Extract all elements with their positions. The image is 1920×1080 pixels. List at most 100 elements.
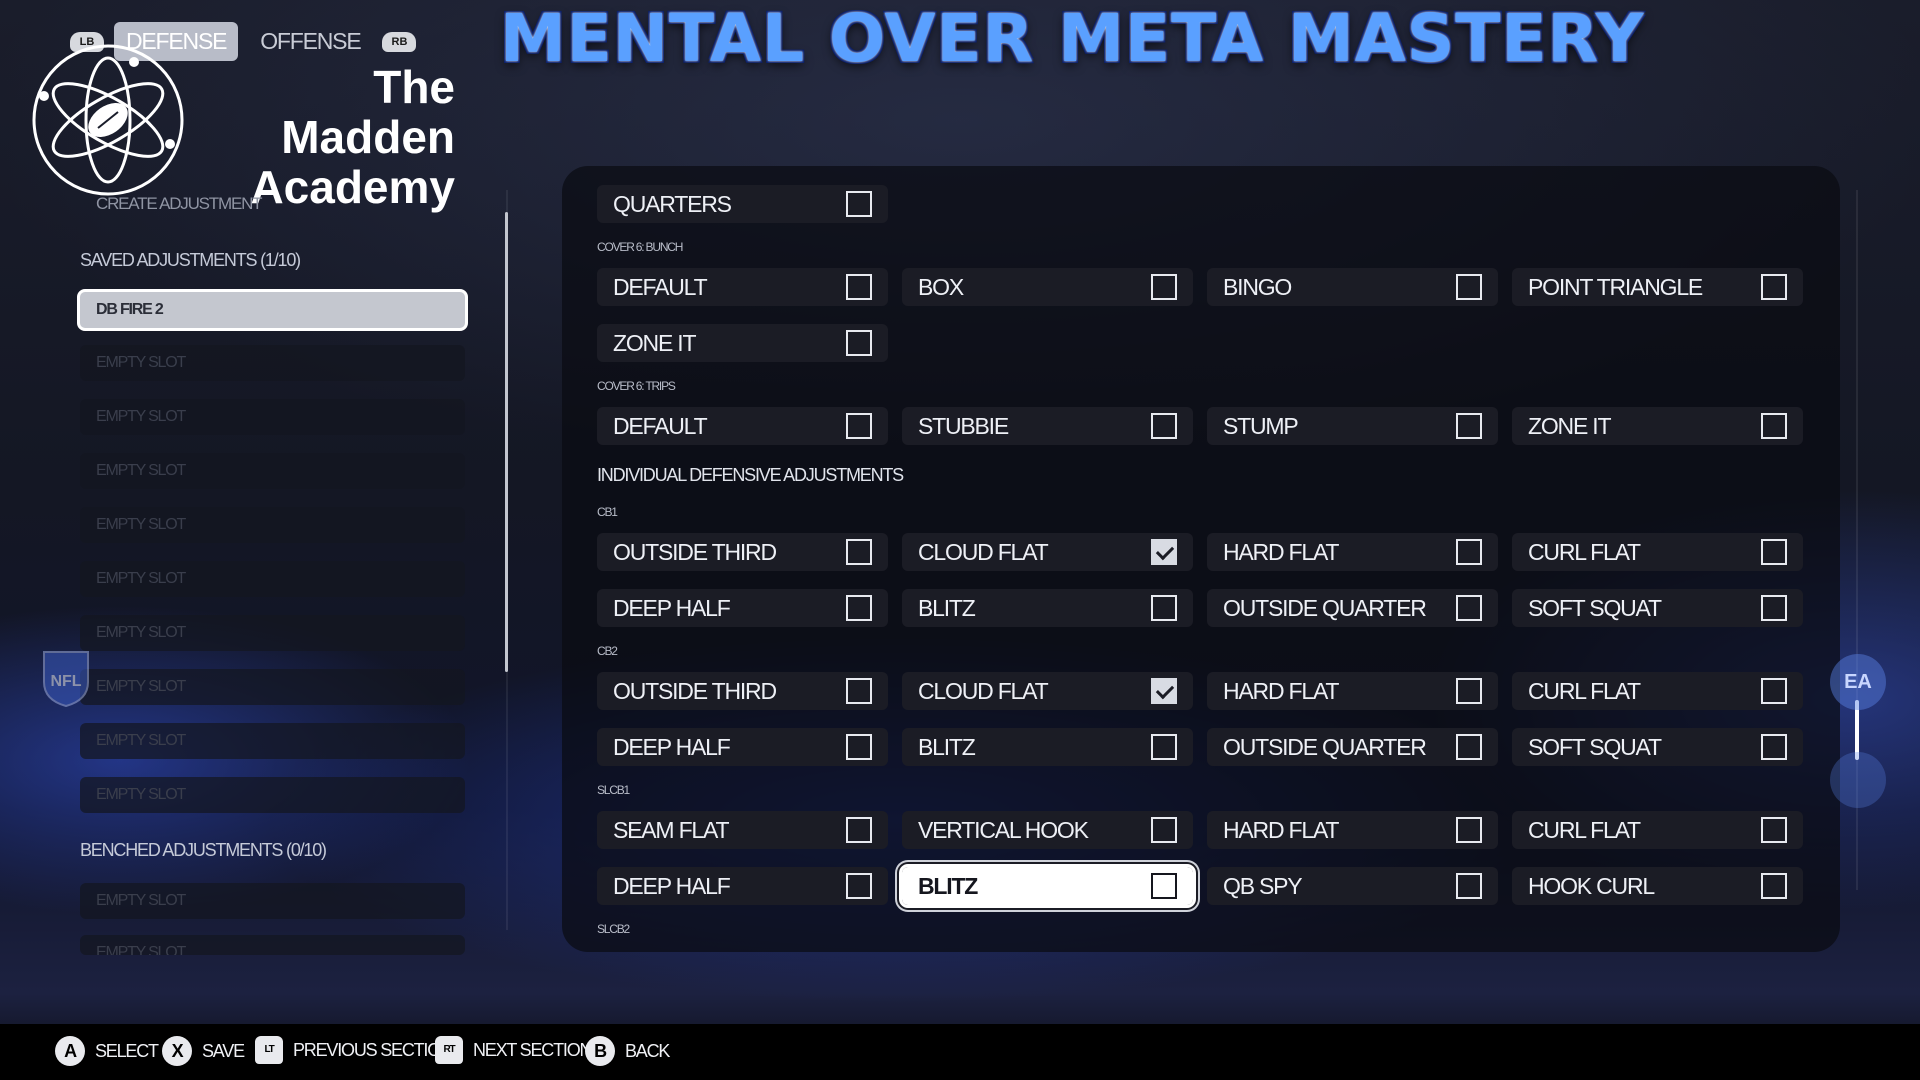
checkbox-icon[interactable] — [1761, 817, 1787, 843]
saved-slot-empty[interactable]: EMPTY SLOT — [80, 345, 465, 381]
option-slcb1-curl-flat[interactable]: CURL FLAT — [1512, 811, 1803, 849]
option-cover6-bunch-point-triangle[interactable]: POINT TRIANGLE — [1512, 268, 1803, 306]
checkbox-icon[interactable] — [1761, 274, 1787, 300]
option-cb1-deep-half[interactable]: DEEP HALF — [597, 589, 888, 627]
option-label: OUTSIDE THIRD — [613, 677, 777, 704]
saved-slot-empty[interactable]: EMPTY SLOT — [80, 723, 465, 759]
hint-select[interactable]: A SELECT — [55, 1036, 159, 1066]
checkbox-icon[interactable] — [1151, 274, 1177, 300]
checkbox-icon[interactable] — [1761, 413, 1787, 439]
option-cb1-blitz[interactable]: BLITZ — [902, 589, 1193, 627]
option-cb2-outside-third[interactable]: OUTSIDE THIRD — [597, 672, 888, 710]
option-cb2-hard-flat[interactable]: HARD FLAT — [1207, 672, 1498, 710]
checkbox-icon[interactable] — [1761, 595, 1787, 621]
option-cb2-deep-half[interactable]: DEEP HALF — [597, 728, 888, 766]
checkbox-icon[interactable] — [1456, 539, 1482, 565]
checkbox-icon[interactable] — [1456, 678, 1482, 704]
checkbox-icon[interactable] — [846, 734, 872, 760]
option-cover6-bunch-bingo[interactable]: BINGO — [1207, 268, 1498, 306]
tab-offense[interactable]: OFFENSE — [248, 22, 372, 61]
button-x-icon: X — [162, 1036, 192, 1066]
checkbox-icon[interactable] — [1456, 595, 1482, 621]
option-slcb1-qb-spy[interactable]: QB SPY — [1207, 867, 1498, 905]
option-label: BINGO — [1223, 273, 1292, 300]
option-cover6-bunch-box[interactable]: BOX — [902, 268, 1193, 306]
option-slcb1-vertical-hook[interactable]: VERTICAL HOOK — [902, 811, 1193, 849]
checkbox-icon[interactable] — [846, 873, 872, 899]
option-cb1-curl-flat[interactable]: CURL FLAT — [1512, 533, 1803, 571]
checkbox-icon[interactable] — [1151, 413, 1177, 439]
checkbox-icon[interactable] — [1456, 817, 1482, 843]
hint-next-section[interactable]: RT NEXT SECTION — [435, 1036, 592, 1064]
option-cb1-hard-flat[interactable]: HARD FLAT — [1207, 533, 1498, 571]
checkbox-icon[interactable] — [1456, 274, 1482, 300]
option-slcb1-deep-half[interactable]: DEEP HALF — [597, 867, 888, 905]
checkbox-icon[interactable] — [1151, 595, 1177, 621]
hint-back[interactable]: B BACK — [585, 1036, 670, 1066]
saved-slot-empty[interactable]: EMPTY SLOT — [80, 669, 465, 705]
option-slcb1-seam-flat[interactable]: SEAM FLAT — [597, 811, 888, 849]
checkbox-icon[interactable] — [846, 330, 872, 356]
create-adjustment-link[interactable]: CREATE ADJUSTMENT — [96, 194, 263, 214]
checkbox-icon[interactable] — [1456, 413, 1482, 439]
checkbox-icon[interactable] — [1761, 678, 1787, 704]
checkbox-icon[interactable] — [1761, 873, 1787, 899]
checkbox-icon[interactable] — [1456, 873, 1482, 899]
option-label: DEEP HALF — [613, 594, 731, 621]
saved-slot-empty[interactable]: EMPTY SLOT — [80, 507, 465, 543]
checkbox-checked-icon[interactable] — [1151, 539, 1177, 565]
option-cb1-outside-quarter[interactable]: OUTSIDE QUARTER — [1207, 589, 1498, 627]
saved-slot-selected[interactable]: DB FIRE 2 — [77, 289, 468, 331]
hint-label: SAVE — [202, 1040, 245, 1061]
checkbox-icon[interactable] — [846, 678, 872, 704]
benched-slot-empty[interactable]: EMPTY SLOT — [80, 883, 465, 919]
option-slcb1-blitz[interactable]: BLITZ — [899, 864, 1196, 908]
option-cb2-cloud-flat[interactable]: CLOUD FLAT — [902, 672, 1193, 710]
option-cb1-cloud-flat[interactable]: CLOUD FLAT — [902, 533, 1193, 571]
benched-slot-empty[interactable]: EMPTY SLOT — [80, 935, 465, 955]
option-label: HARD FLAT — [1223, 677, 1339, 704]
section-label-cb1: CB1 — [597, 505, 618, 519]
checkbox-icon[interactable] — [1456, 734, 1482, 760]
checkbox-icon[interactable] — [846, 413, 872, 439]
option-label: DEEP HALF — [613, 733, 731, 760]
checkbox-checked-icon[interactable] — [1151, 678, 1177, 704]
checkbox-icon[interactable] — [1151, 873, 1177, 899]
option-cb1-soft-squat[interactable]: SOFT SQUAT — [1512, 589, 1803, 627]
checkbox-icon[interactable] — [846, 274, 872, 300]
hint-previous-section[interactable]: LT PREVIOUS SECTION — [255, 1036, 453, 1064]
checkbox-icon[interactable] — [846, 191, 872, 217]
checkbox-icon[interactable] — [846, 817, 872, 843]
checkbox-icon[interactable] — [1761, 539, 1787, 565]
option-cb2-curl-flat[interactable]: CURL FLAT — [1512, 672, 1803, 710]
option-cover6-trips-default[interactable]: DEFAULT — [597, 407, 888, 445]
option-cb2-blitz[interactable]: BLITZ — [902, 728, 1193, 766]
option-label: SOFT SQUAT — [1528, 733, 1662, 760]
option-cover6-trips-stump[interactable]: STUMP — [1207, 407, 1498, 445]
hint-save[interactable]: X SAVE — [162, 1036, 245, 1066]
saved-slot-empty[interactable]: EMPTY SLOT — [80, 561, 465, 597]
option-cover6-trips-zone-it[interactable]: ZONE IT — [1512, 407, 1803, 445]
checkbox-icon[interactable] — [1151, 817, 1177, 843]
option-label: HOOK CURL — [1528, 872, 1655, 899]
option-cb2-outside-quarter[interactable]: OUTSIDE QUARTER — [1207, 728, 1498, 766]
saved-slot-empty[interactable]: EMPTY SLOT — [80, 399, 465, 435]
option-label: OUTSIDE THIRD — [613, 538, 777, 565]
option-cover6-bunch-zone-it[interactable]: ZONE IT — [597, 324, 888, 362]
option-slcb1-hard-flat[interactable]: HARD FLAT — [1207, 811, 1498, 849]
checkbox-icon[interactable] — [846, 539, 872, 565]
option-cb2-soft-squat[interactable]: SOFT SQUAT — [1512, 728, 1803, 766]
checkbox-icon[interactable] — [846, 595, 872, 621]
sidebar-scrollbar[interactable] — [505, 212, 508, 672]
saved-slot-empty[interactable]: EMPTY SLOT — [80, 615, 465, 651]
checkbox-icon[interactable] — [1761, 734, 1787, 760]
option-quarters-quarters[interactable]: QUARTERS — [597, 185, 888, 223]
option-slcb1-hook-curl[interactable]: HOOK CURL — [1512, 867, 1803, 905]
option-cb1-outside-third[interactable]: OUTSIDE THIRD — [597, 533, 888, 571]
option-cover6-bunch-default[interactable]: DEFAULT — [597, 268, 888, 306]
saved-slot-empty[interactable]: EMPTY SLOT — [80, 777, 465, 813]
option-cover6-trips-stubbie[interactable]: STUBBIE — [902, 407, 1193, 445]
rb-bumper-icon[interactable]: RB — [382, 31, 417, 52]
saved-slot-empty[interactable]: EMPTY SLOT — [80, 453, 465, 489]
checkbox-icon[interactable] — [1151, 734, 1177, 760]
